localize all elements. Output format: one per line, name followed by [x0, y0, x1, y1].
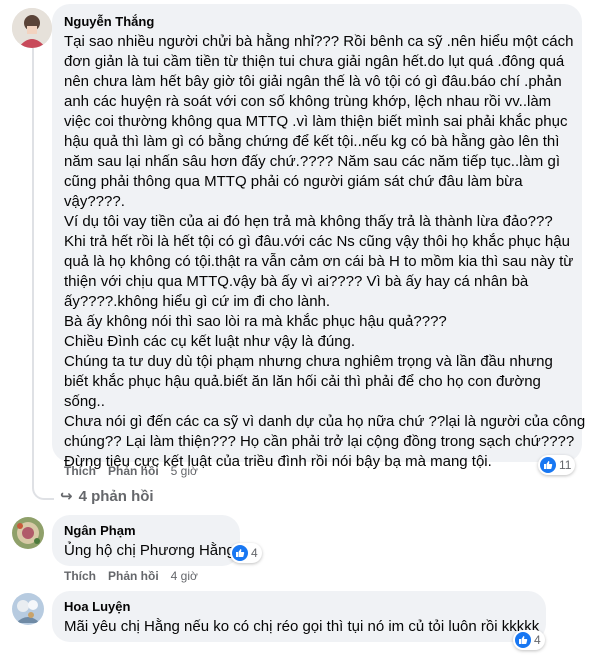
- comment-line: quả là họ không có tội.thật ra vẫn cảm ơ…: [64, 253, 574, 270]
- like-button[interactable]: Thích: [64, 464, 96, 478]
- comment-line: việc coi thường không qua MTTQ .vì làm t…: [64, 113, 568, 130]
- avatar[interactable]: [12, 8, 52, 48]
- avatar-image: [12, 517, 44, 549]
- comment-line: Chúng ta tư duy dù tội phạm nhưng chưa n…: [64, 353, 553, 370]
- avatar[interactable]: [12, 517, 44, 549]
- comment-line: sống..: [64, 393, 105, 410]
- like-button[interactable]: Thích: [64, 569, 96, 583]
- like-icon: [232, 545, 248, 561]
- comment-text: Mãi yêu chị Hằng nếu ko có chị réo gọi t…: [64, 617, 540, 637]
- comment-text: Tại sao nhiều người chửi bà hằng nhỉ??? …: [64, 32, 586, 472]
- reaction-count[interactable]: 4: [230, 543, 262, 563]
- reply-button[interactable]: Phản hồi: [108, 464, 159, 478]
- reaction-count[interactable]: 11: [538, 455, 576, 475]
- comment-author[interactable]: Nguyễn Thắng: [64, 14, 570, 30]
- comment-line: Mãi yêu chị Hằng nếu ko có chị réo gọi t…: [64, 618, 540, 635]
- reaction-number: 11: [559, 458, 572, 472]
- comment-line: vậy????.: [64, 193, 125, 210]
- comment-line: hậu quả thì làm gì có bằng chứng để kết …: [64, 133, 560, 150]
- comment-line: chúng?? Lại làm thiện??? Họ cần phải trở…: [64, 433, 575, 450]
- reply-button[interactable]: Phản hồi: [108, 569, 159, 583]
- comment-timestamp[interactable]: 5 giờ: [171, 464, 198, 478]
- comment-actions: Thích Phản hồi 4 giờ: [64, 569, 198, 583]
- reaction-count[interactable]: 4: [513, 630, 545, 650]
- comment-line: năm sau lại nhấn sâu hơn đấy chứ.???? Nă…: [64, 153, 560, 170]
- view-replies-label: 4 phản hồi: [78, 487, 154, 505]
- view-replies-button[interactable]: ↪ 4 phản hồi: [60, 487, 154, 506]
- comment-bubble: Nguyễn Thắng Tại sao nhiều người chửi bà…: [52, 4, 585, 470]
- reaction-number: 4: [534, 633, 541, 647]
- reaction-number: 4: [251, 546, 258, 560]
- comment-text: Ủng hộ chị Phương Hằng: [64, 541, 235, 561]
- comment-line: Chưa nói gì đến các ca sỹ vì danh dự của…: [64, 413, 586, 430]
- comment-line: Ủng hộ chị Phương Hằng: [64, 542, 235, 559]
- avatar-image: [12, 8, 52, 48]
- like-icon: [515, 632, 531, 648]
- comment-line: ấy????.không hiểu gì cứ im đi cho lành.: [64, 293, 331, 310]
- comment-line: biết khắc phục hậu quả.biết ăn lăn hối c…: [64, 373, 541, 390]
- comment-actions: Thích Phản hồi 5 giờ: [64, 464, 198, 478]
- comment-bubble: Ngân Phạm Ủng hộ chị Phương Hằng: [52, 515, 240, 566]
- avatar[interactable]: [12, 593, 44, 625]
- comment-line: Khi trả hết rồi là hết tội có gì đâu.với…: [64, 233, 570, 250]
- comment-line: Tại sao nhiều người chửi bà hằng nhỉ??? …: [64, 33, 574, 50]
- comment-line: anh các huyện rà soát với con số không t…: [64, 93, 552, 110]
- comment-timestamp[interactable]: 4 giờ: [171, 569, 198, 583]
- comment-bubble: Hoa Luyện Mãi yêu chị Hằng nếu ko có chị…: [52, 591, 546, 642]
- comment-line: Ví dụ tôi vay tiền của ai đó hẹn trả mà …: [64, 213, 553, 230]
- thread-line: [32, 48, 34, 488]
- reply-arrow-icon: ↪: [60, 488, 73, 505]
- comment-author[interactable]: Ngân Phạm: [64, 523, 228, 539]
- comment-author[interactable]: Hoa Luyện: [64, 599, 534, 615]
- comment-line: Chiều Đình các cụ kết luật như vậy là đú…: [64, 333, 356, 350]
- comment-line: đơn giản là tui cầm tiền từ thiện tui ch…: [64, 53, 565, 70]
- comment-line: thiện với chịu qua MTTQ.vậy bà ấy vì ai?…: [64, 273, 529, 290]
- comment-line: nên chưa làm hết bây giờ tôi giải ngân t…: [64, 73, 562, 90]
- comment-line: cũng phải thông qua MTTQ phải có người g…: [64, 173, 523, 190]
- comment-line: Bà ấy không nói thì sao lòi ra mà khắc p…: [64, 313, 447, 330]
- like-icon: [540, 457, 556, 473]
- thread-connector: [32, 470, 54, 500]
- avatar-image: [12, 593, 44, 625]
